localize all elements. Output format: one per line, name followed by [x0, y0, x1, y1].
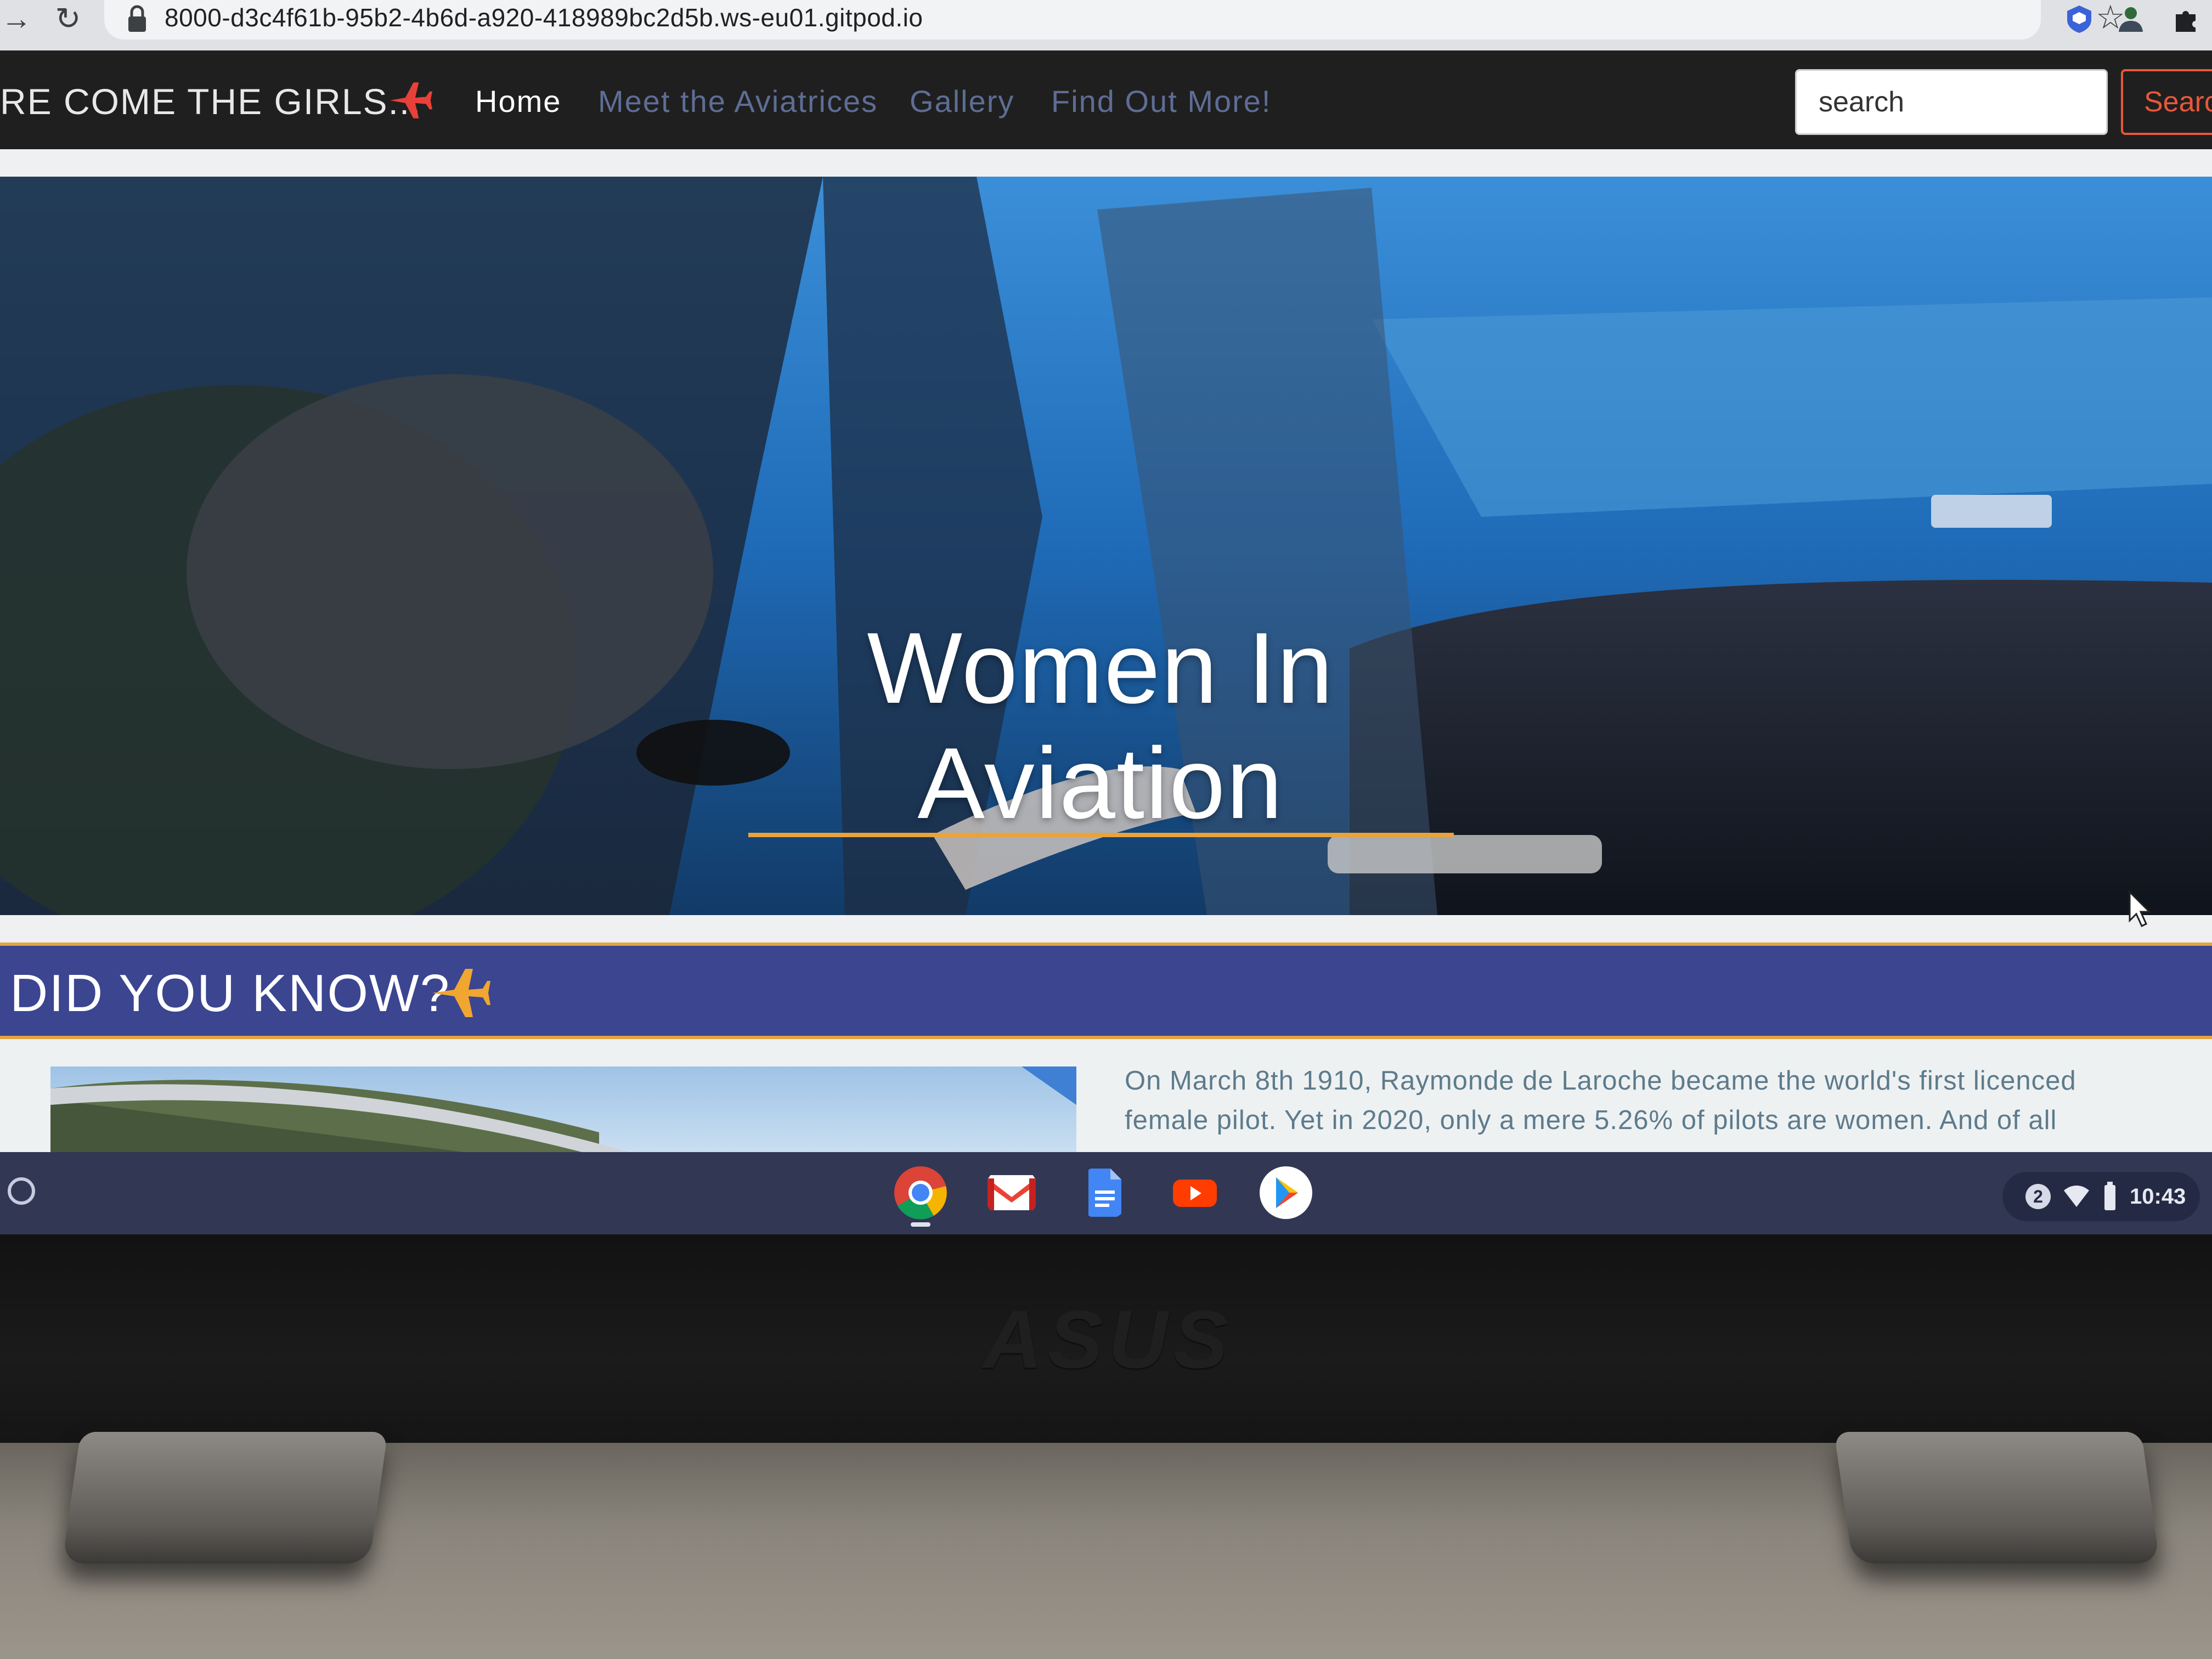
chrome-icon[interactable] — [893, 1165, 948, 1220]
did-you-know-banner: DID YOU KNOW? — [0, 943, 2212, 1039]
nav-link-meet-the-aviatrices[interactable]: Meet the Aviatrices — [598, 77, 878, 126]
extensions-puzzle-icon[interactable] — [2170, 3, 2201, 34]
hero-title-line-2: Aviation — [917, 726, 1284, 839]
did-you-know-text: On March 8th 1910, Raymonde de Laroche b… — [1125, 1061, 2200, 1140]
status-tray[interactable]: 2 10:43 — [2002, 1172, 2200, 1221]
nav-link-gallery[interactable]: Gallery — [910, 77, 1014, 126]
play-store-icon[interactable] — [1259, 1165, 1313, 1220]
hero-title-line-1: Women In — [867, 611, 1334, 724]
extension-person-icon[interactable] — [2115, 3, 2146, 34]
laptop-brand-logo: ASUS — [983, 1293, 1234, 1385]
airplane-icon — [432, 969, 490, 1017]
address-bar[interactable]: 8000-d3c4f61b-95b2-4b6d-a920-418989bc2d5… — [104, 0, 2125, 40]
did-you-know-content: On March 8th 1910, Raymonde de Laroche b… — [0, 1039, 2212, 1176]
photo-of-laptop: → ↻ 8000-d3c4f61b-95b2-4b6d-a920-418989b… — [0, 0, 2212, 1659]
youtube-icon[interactable] — [1167, 1165, 1222, 1220]
did-you-know-text-line-1: On March 8th 1910, Raymonde de Laroche b… — [1125, 1066, 2076, 1096]
mouse-cursor-icon — [2129, 890, 2152, 928]
extension-shield-icon[interactable] — [2064, 3, 2095, 34]
launcher-button[interactable] — [8, 1177, 35, 1205]
reload-icon[interactable]: ↻ — [52, 2, 84, 35]
hero-banner: Women In Aviation — [0, 177, 2212, 915]
search-button[interactable]: Searc — [2121, 69, 2212, 135]
lock-icon — [128, 5, 146, 32]
forward-icon[interactable]: → — [0, 2, 33, 35]
laptop-hinge-left — [62, 1432, 388, 1564]
nav-link-home[interactable]: Home — [475, 77, 561, 126]
os-shelf: 2 10:43 — [0, 1152, 2212, 1234]
hero-title: Women In Aviation — [713, 610, 1488, 840]
laptop-bezel: ASUS — [0, 1234, 2212, 1443]
airplane-icon — [390, 82, 432, 119]
url-text[interactable]: 8000-d3c4f61b-95b2-4b6d-a920-418989bc2d5… — [165, 0, 923, 35]
gmail-icon[interactable] — [984, 1165, 1039, 1220]
docs-icon[interactable] — [1076, 1165, 1131, 1220]
did-you-know-title: DID YOU KNOW? — [10, 964, 450, 1023]
running-app-indicator — [911, 1222, 930, 1227]
did-you-know-text-line-2: female pilot. Yet in 2020, only a mere 5… — [1125, 1105, 2057, 1135]
laptop-hinge-right — [1834, 1432, 2160, 1564]
laptop-screen: → ↻ 8000-d3c4f61b-95b2-4b6d-a920-418989b… — [0, 0, 2212, 1234]
search-input[interactable] — [1795, 69, 2108, 135]
site-brand[interactable]: RE COME THE GIRLS... — [0, 77, 422, 126]
browser-toolbar: → ↻ 8000-d3c4f61b-95b2-4b6d-a920-418989b… — [0, 0, 2212, 50]
site-navbar: RE COME THE GIRLS... Home Meet the Aviat… — [0, 50, 2212, 149]
nav-link-find-out-more[interactable]: Find Out More! — [1051, 77, 1271, 126]
hero-title-underline — [748, 833, 1454, 837]
notification-count-badge[interactable]: 2 — [2025, 1184, 2051, 1209]
wifi-icon — [2064, 1186, 2089, 1207]
battery-icon — [2104, 1182, 2115, 1210]
clock[interactable]: 10:43 — [2130, 1182, 2186, 1211]
